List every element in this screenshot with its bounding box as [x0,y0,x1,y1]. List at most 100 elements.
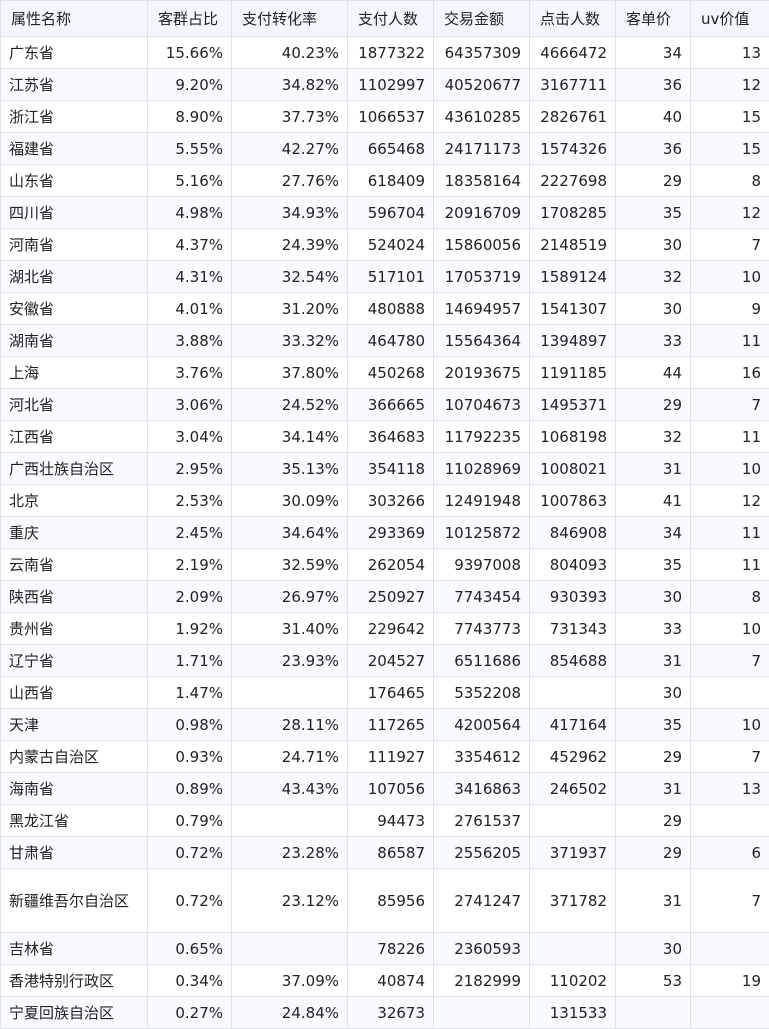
cell-avg-order-value: 29 [616,805,691,837]
cell-transaction-amount: 18358164 [434,165,530,197]
cell-transaction-amount: 2556205 [434,837,530,869]
cell-uv-value: 10 [691,453,769,485]
cell-avg-order-value: 29 [616,837,691,869]
cell-transaction-amount: 12491948 [434,485,530,517]
cell-payment-conversion: 37.80% [232,357,348,389]
cell-avg-order-value: 41 [616,485,691,517]
cell-customer-share: 1.47% [148,677,232,709]
header-customer-share[interactable]: 客群占比 [148,1,232,37]
cell-attribute-name: 四川省 [1,197,148,229]
cell-attribute-name: 香港特别行政区 [1,965,148,997]
cell-payers: 40874 [348,965,434,997]
cell-clicks: 1068198 [530,421,616,453]
cell-customer-share: 8.90% [148,101,232,133]
cell-attribute-name: 河南省 [1,229,148,261]
cell-payment-conversion: 40.23% [232,37,348,69]
cell-payment-conversion: 23.93% [232,645,348,677]
cell-clicks: 371782 [530,869,616,933]
cell-avg-order-value: 40 [616,101,691,133]
cell-clicks: 1574326 [530,133,616,165]
cell-uv-value: 16 [691,357,769,389]
header-attribute-name[interactable]: 属性名称 [1,1,148,37]
header-transaction-amount[interactable]: 交易金额 [434,1,530,37]
cell-uv-value: 12 [691,69,769,101]
cell-payers: 85956 [348,869,434,933]
table-row: 广东省15.66%40.23%1877322643573094666472341… [1,37,769,69]
cell-customer-share: 0.72% [148,837,232,869]
cell-transaction-amount: 6511686 [434,645,530,677]
cell-avg-order-value: 31 [616,645,691,677]
cell-customer-share: 0.98% [148,709,232,741]
cell-clicks: 2227698 [530,165,616,197]
cell-payment-conversion: 28.11% [232,709,348,741]
table-row: 福建省5.55%42.27%6654682417117315743263615 [1,133,769,165]
cell-uv-value: 11 [691,325,769,357]
cell-payers: 364683 [348,421,434,453]
cell-payment-conversion: 34.82% [232,69,348,101]
header-clicks[interactable]: 点击人数 [530,1,616,37]
cell-clicks: 3167711 [530,69,616,101]
cell-uv-value: 6 [691,837,769,869]
cell-uv-value: 10 [691,709,769,741]
cell-clicks: 110202 [530,965,616,997]
province-data-table: 属性名称 客群占比 支付转化率 支付人数 交易金额 点击人数 客单价 uv价值 … [0,0,769,1029]
cell-clicks: 846908 [530,517,616,549]
table-row: 浙江省8.90%37.73%10665374361028528267614015 [1,101,769,133]
cell-uv-value: 7 [691,645,769,677]
header-avg-order-value[interactable]: 客单价 [616,1,691,37]
cell-avg-order-value: 31 [616,453,691,485]
table-row: 内蒙古自治区0.93%24.71%1119273354612452962297 [1,741,769,773]
cell-clicks: 246502 [530,773,616,805]
cell-attribute-name: 湖北省 [1,261,148,293]
cell-transaction-amount: 14694957 [434,293,530,325]
cell-avg-order-value: 31 [616,869,691,933]
cell-avg-order-value: 35 [616,197,691,229]
header-payers[interactable]: 支付人数 [348,1,434,37]
cell-payers: 229642 [348,613,434,645]
cell-avg-order-value: 34 [616,517,691,549]
cell-attribute-name: 广东省 [1,37,148,69]
header-payment-conversion[interactable]: 支付转化率 [232,1,348,37]
cell-avg-order-value: 53 [616,965,691,997]
cell-transaction-amount: 9397008 [434,549,530,581]
cell-payment-conversion: 24.71% [232,741,348,773]
cell-payment-conversion: 23.28% [232,837,348,869]
cell-attribute-name: 内蒙古自治区 [1,741,148,773]
cell-clicks: 1007863 [530,485,616,517]
cell-attribute-name: 新疆维吾尔自治区 [1,869,148,933]
cell-payment-conversion: 32.59% [232,549,348,581]
cell-customer-share: 9.20% [148,69,232,101]
cell-customer-share: 0.27% [148,997,232,1029]
cell-payment-conversion [232,933,348,965]
cell-payers: 293369 [348,517,434,549]
table-row: 香港特别行政区0.34%37.09%4087421829991102025319 [1,965,769,997]
table-row: 四川省4.98%34.93%5967042091670917082853512 [1,197,769,229]
cell-attribute-name: 重庆 [1,517,148,549]
cell-avg-order-value [616,997,691,1029]
cell-clicks: 131533 [530,997,616,1029]
cell-transaction-amount: 4200564 [434,709,530,741]
cell-uv-value: 12 [691,485,769,517]
cell-payment-conversion: 27.76% [232,165,348,197]
cell-customer-share: 5.55% [148,133,232,165]
cell-transaction-amount: 40520677 [434,69,530,101]
cell-uv-value: 13 [691,773,769,805]
cell-attribute-name: 福建省 [1,133,148,165]
cell-avg-order-value: 32 [616,261,691,293]
cell-attribute-name: 山西省 [1,677,148,709]
cell-avg-order-value: 36 [616,133,691,165]
cell-transaction-amount: 11028969 [434,453,530,485]
header-uv-value[interactable]: uv价值 [691,1,769,37]
table-body: 广东省15.66%40.23%1877322643573094666472341… [1,37,769,1029]
cell-payment-conversion: 31.40% [232,613,348,645]
cell-clicks: 1394897 [530,325,616,357]
table-row: 河南省4.37%24.39%524024158600562148519307 [1,229,769,261]
cell-customer-share: 4.01% [148,293,232,325]
cell-avg-order-value: 29 [616,165,691,197]
cell-clicks: 1008021 [530,453,616,485]
cell-uv-value: 13 [691,37,769,69]
cell-avg-order-value: 35 [616,549,691,581]
table-row: 宁夏回族自治区0.27%24.84%32673131533 [1,997,769,1029]
cell-customer-share: 3.76% [148,357,232,389]
cell-avg-order-value: 29 [616,389,691,421]
